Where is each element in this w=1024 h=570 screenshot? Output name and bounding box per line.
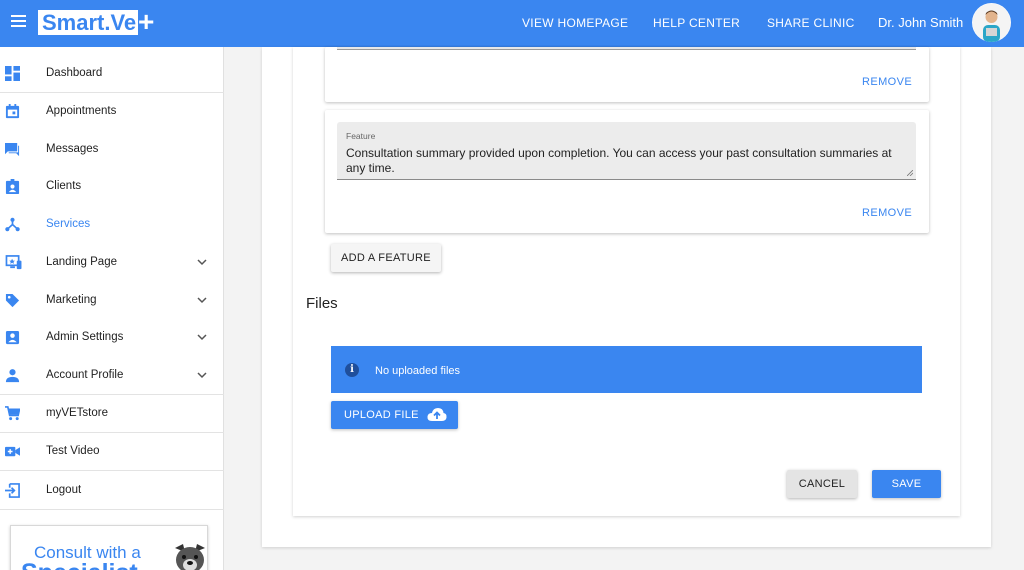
sidebar-item-account-profile[interactable]: Account Profile — [0, 356, 224, 394]
feature-textarea[interactable]: Feature Consultation summary provided up… — [337, 122, 916, 180]
sidebar-item-landing-page[interactable]: Landing Page — [0, 243, 224, 281]
files-heading: Files — [306, 295, 338, 312]
feature-field-value[interactable]: Consultation summary provided upon compl… — [346, 146, 911, 176]
promo-line2: Specialist — [21, 559, 138, 570]
upload-file-label: UPLOAD FILE — [344, 409, 419, 421]
sidebar-item-test-video[interactable]: Test Video — [0, 432, 224, 470]
chevron-down-icon[interactable] — [196, 331, 208, 343]
sidebar-item-myvetstore[interactable]: myVETstore — [0, 394, 224, 432]
sidebar-item-label: Services — [46, 218, 91, 230]
sidebar-item-label: Landing Page — [46, 256, 117, 268]
sidebar-item-label: myVETstore — [46, 407, 108, 419]
sidebar-item-appointments[interactable]: Appointments — [0, 92, 224, 130]
share-clinic-link[interactable]: SHARE CLINIC — [767, 16, 855, 30]
resize-handle-icon[interactable] — [907, 170, 913, 176]
sidebar-item-label: Admin Settings — [46, 331, 124, 343]
chevron-down-icon[interactable] — [196, 294, 208, 306]
add-feature-button[interactable]: ADD A FEATURE — [331, 244, 441, 272]
help-center-link[interactable]: HELP CENTER — [653, 16, 740, 30]
sidebar-item-marketing[interactable]: Marketing — [0, 281, 224, 319]
sidebar-item-services[interactable]: Services — [0, 205, 224, 243]
sidebar-item-messages[interactable]: Messages — [0, 130, 224, 168]
user-name[interactable]: Dr. John Smith — [878, 15, 963, 30]
sidebar-item-label: Messages — [46, 143, 99, 155]
badge-icon — [5, 178, 20, 194]
feature-card: REMOVE — [325, 47, 929, 102]
upload-file-button[interactable]: UPLOAD FILE — [331, 401, 458, 429]
logo-plus: + — [138, 6, 155, 37]
remove-feature-button[interactable]: REMOVE — [862, 76, 912, 88]
monitor-icon — [5, 254, 22, 269]
feature-textarea[interactable] — [337, 47, 916, 50]
cloud-upload-icon — [427, 408, 447, 421]
save-button[interactable]: SAVE — [872, 470, 941, 498]
person-icon — [5, 368, 20, 382]
sidebar-item-label: Account Profile — [46, 369, 124, 381]
cancel-button[interactable]: CANCEL — [787, 470, 857, 498]
sidebar-item-admin-settings[interactable]: Admin Settings — [0, 318, 224, 356]
sidebar-item-label: Test Video — [46, 445, 100, 457]
logo[interactable]: Smart.Ve — [38, 10, 139, 35]
services-icon — [5, 217, 20, 231]
avatar[interactable] — [972, 3, 1011, 42]
calendar-icon — [5, 103, 20, 118]
top-app-bar: Smart.Ve + VIEW HOMEPAGE HELP CENTER SHA… — [0, 0, 1024, 47]
chevron-down-icon[interactable] — [196, 256, 208, 268]
feature-card: Feature Consultation summary provided up… — [325, 110, 929, 233]
dog-illustration-icon — [175, 544, 205, 570]
sidebar-item-logout[interactable]: Logout — [0, 471, 224, 509]
chevron-down-icon[interactable] — [196, 369, 208, 381]
account-box-icon — [5, 330, 20, 344]
menu-icon[interactable] — [11, 15, 26, 27]
cart-icon — [5, 405, 20, 420]
sidebar-item-label: Marketing — [46, 294, 97, 306]
info-icon: i — [345, 363, 359, 377]
divider — [0, 509, 224, 510]
view-homepage-link[interactable]: VIEW HOMEPAGE — [522, 16, 628, 30]
sidebar-item-clients[interactable]: Clients — [0, 167, 224, 205]
no-files-message: No uploaded files — [375, 365, 461, 377]
tag-icon — [5, 293, 20, 307]
sidebar-item-dashboard[interactable]: Dashboard — [0, 54, 224, 92]
sidebar-item-label: Clients — [46, 180, 82, 192]
sidebar-item-label: Dashboard — [46, 67, 103, 79]
sidebar-item-label: Logout — [46, 484, 82, 496]
logout-icon — [5, 482, 20, 498]
video-icon — [5, 446, 20, 456]
sidebar-item-label: Appointments — [46, 105, 117, 117]
remove-feature-button[interactable]: REMOVE — [862, 207, 912, 219]
dashboard-icon — [5, 65, 20, 81]
feature-field-label: Feature — [346, 131, 376, 141]
chat-icon — [5, 142, 20, 156]
specialist-promo-banner[interactable]: Consult with a Specialist — [10, 525, 208, 570]
no-files-alert: i No uploaded files — [331, 346, 922, 393]
